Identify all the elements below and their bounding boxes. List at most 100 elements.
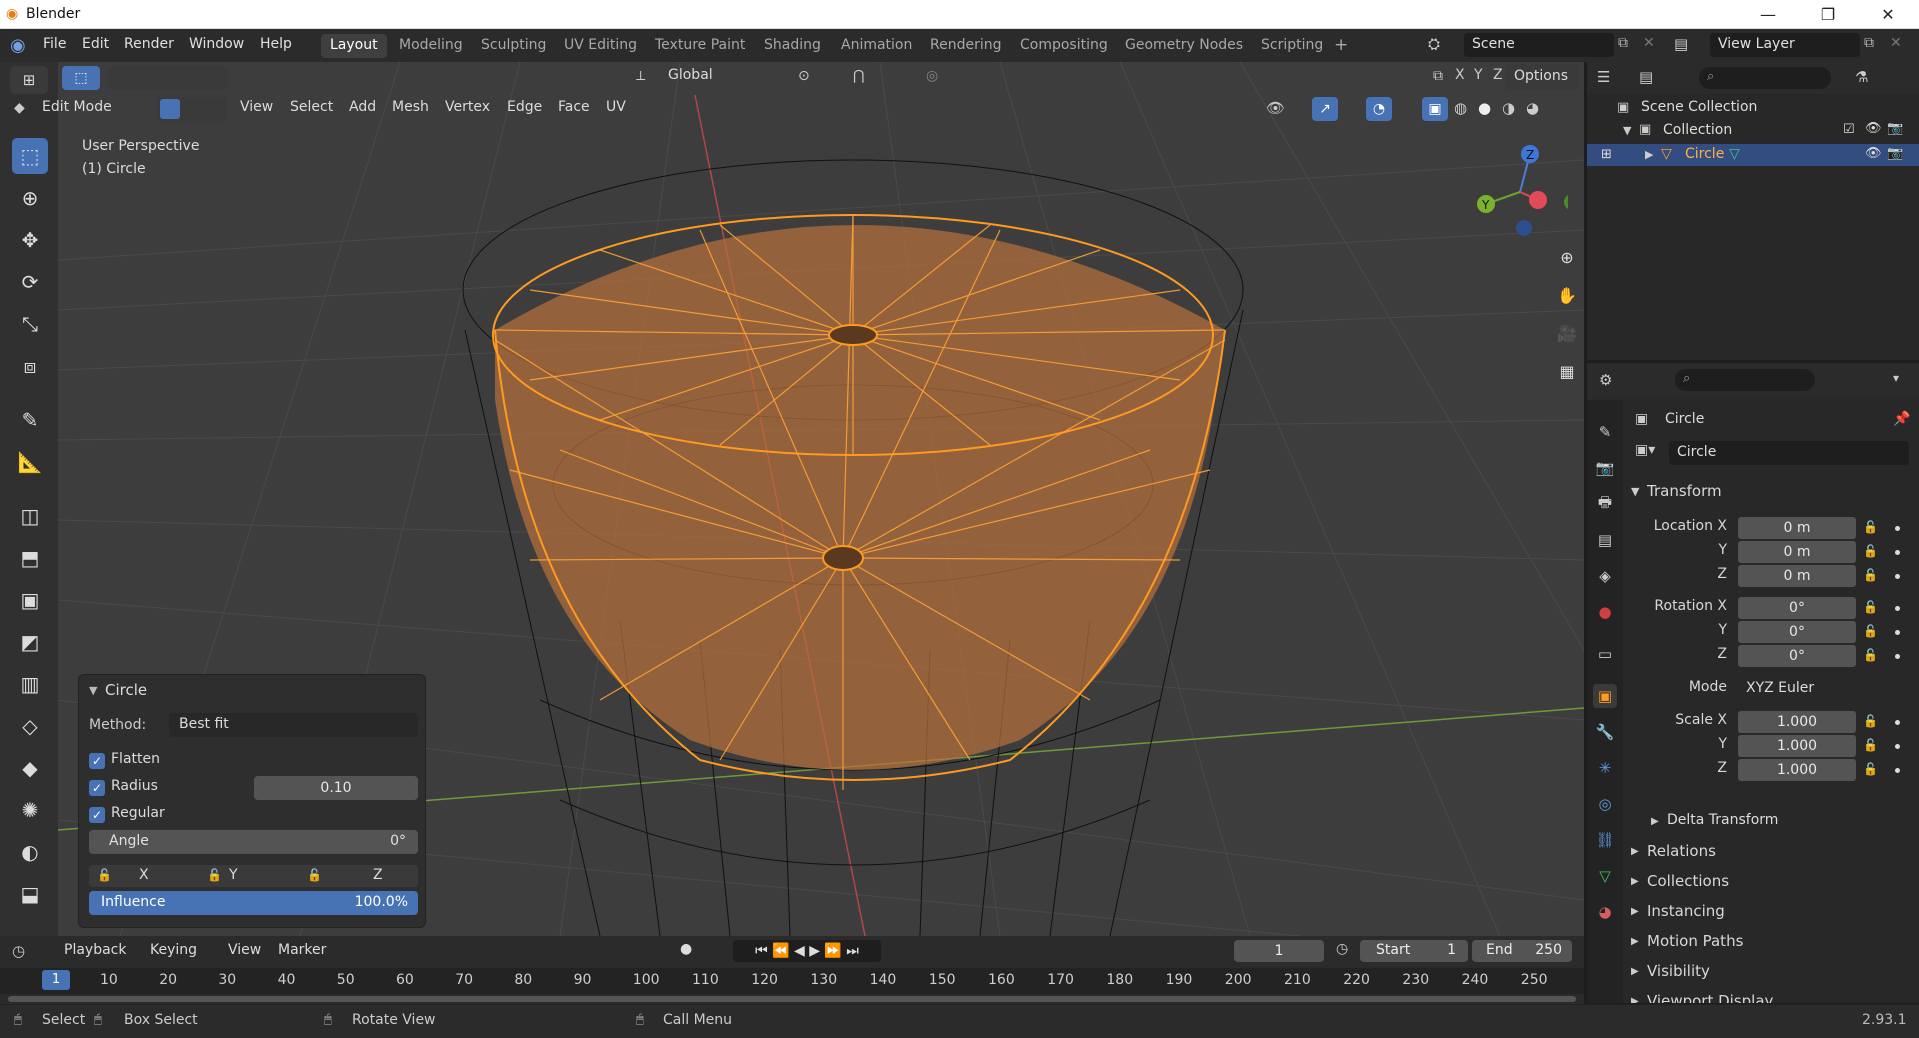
maximize-button[interactable]: ❐ [1805,2,1851,28]
editor-type-icon[interactable]: ⊞ [10,66,48,94]
scale-y-keyframe-dot[interactable] [1895,744,1900,749]
delete-view-layer-icon[interactable]: ✕ [1890,35,1902,51]
delta-transform-expand-icon[interactable]: ▶ [1651,816,1659,827]
collection-camera-icon[interactable]: 📷 [1887,121,1903,136]
poly-build-tool-icon[interactable]: ◆ [12,750,48,786]
scene-name-field[interactable]: Scene [1464,33,1614,57]
material-shading-icon[interactable]: ◑ [1502,99,1515,117]
collection-tab-icon[interactable]: ▭ [1593,642,1617,666]
mode-dropdown[interactable]: Edit Mode [42,99,112,115]
menu-file[interactable]: File [43,36,66,52]
menu-edit[interactable]: Edit [82,36,109,52]
tool-tab-icon[interactable]: ✎ [1593,420,1617,444]
outliner-editor-icon[interactable]: ☰ [1597,68,1610,86]
location-x-keyframe-dot[interactable] [1895,526,1900,531]
snap-magnet-icon[interactable]: ⋂ [853,68,864,84]
influence-slider[interactable]: Influence 100.0% [89,891,418,915]
menu-vertex[interactable]: Vertex [445,99,490,115]
location-y-keyframe-dot[interactable] [1895,550,1900,555]
extrude-tool-icon[interactable]: ⬒ [12,540,48,576]
collection-checkbox[interactable]: ☑ [1843,122,1855,137]
knife-tool-icon[interactable]: ◇ [12,708,48,744]
blender-menu-icon[interactable]: ◉ [10,35,26,56]
outliner-object-circle[interactable]: Circle [1685,146,1724,162]
select-mode-icon[interactable]: ⬚ [62,66,100,90]
rotation-mode-dropdown[interactable]: XYZ Euler [1738,678,1856,700]
radius-checkbox[interactable]: ✓ [89,780,105,796]
lock-y-label[interactable]: Y [229,867,238,883]
ortho-grid-icon[interactable]: ▦ [1552,356,1582,386]
annotate-tool-icon[interactable]: ✎ [12,402,48,438]
motion-paths-section[interactable]: Motion Paths [1647,932,1743,950]
minimize-button[interactable]: — [1745,2,1791,28]
view-layer-field[interactable]: View Layer [1710,33,1860,57]
new-view-layer-icon[interactable]: ⧉ [1864,35,1874,51]
properties-options-icon[interactable]: ▾ [1893,371,1899,385]
spin-tool-icon[interactable]: ✺ [12,792,48,828]
collections-expand-icon[interactable]: ▶ [1631,876,1639,887]
render-tab-icon[interactable]: 📷 [1593,456,1617,480]
menu-render[interactable]: Render [124,36,174,52]
rotation-x-keyframe-dot[interactable] [1895,606,1900,611]
tab-rendering[interactable]: Rendering [921,34,1011,58]
output-tab-icon[interactable]: 🖶 [1593,492,1617,516]
timeline-scrollbar[interactable] [8,996,1576,1002]
display-mode-icon[interactable]: ▤ [1639,68,1653,86]
instancing-section[interactable]: Instancing [1647,902,1725,920]
outliner-row-circle[interactable]: ⊞ ▶ ▽ Circle ▽ 👁 📷 [1587,144,1919,166]
regular-checkbox[interactable]: ✓ [89,807,105,823]
menu-edge[interactable]: Edge [507,99,542,115]
loop-cut-tool-icon[interactable]: ▥ [12,666,48,702]
cursor-tool-icon[interactable]: ⊕ [12,180,48,216]
transform-expand-icon[interactable]: ▼ [1631,485,1639,498]
proportional-editing-icon[interactable]: ◎ [926,68,938,84]
mirror-icon[interactable]: ⧉ [1433,68,1443,84]
location-y-lock-icon[interactable]: 🔓 [1863,544,1878,558]
scale-y-lock-icon[interactable]: 🔓 [1863,738,1878,752]
relations-section[interactable]: Relations [1647,842,1716,860]
bevel-tool-icon[interactable]: ◩ [12,624,48,660]
lock-x-icon[interactable]: 🔓 [97,868,112,882]
tab-shading[interactable]: Shading [755,34,830,58]
rotation-z-keyframe-dot[interactable] [1895,654,1900,659]
menu-select[interactable]: Select [290,99,333,115]
scale-x-keyframe-dot[interactable] [1895,720,1900,725]
mirror-axis-x[interactable]: X [1455,67,1465,83]
navigation-gizmo[interactable]: Z Y [1468,142,1568,242]
motion-paths-expand-icon[interactable]: ▶ [1631,936,1639,947]
scale-z-lock-icon[interactable]: 🔓 [1863,762,1878,776]
solid-shading-icon[interactable]: ● [1478,99,1491,117]
location-y-field[interactable]: 0 m [1738,541,1856,563]
constraints-tab-icon[interactable]: ⛓ [1593,828,1617,852]
lock-x-label[interactable]: X [139,867,149,883]
rotation-y-keyframe-dot[interactable] [1895,630,1900,635]
camera-view-icon[interactable]: 🎥 [1552,318,1582,348]
modifier-tab-icon[interactable]: 🔧 [1593,720,1617,744]
pan-hand-icon[interactable]: ✋ [1552,280,1582,310]
scene-tab-icon[interactable]: ◈ [1593,564,1617,588]
selection-mode-group[interactable] [108,66,228,90]
object-tab-icon[interactable]: ▣ [1593,684,1617,708]
pivot-icon[interactable]: ⊙ [798,68,810,84]
tab-texture-paint[interactable]: Texture Paint [646,34,754,58]
transform-tool-icon[interactable]: ⧈ [12,348,48,384]
pin-icon[interactable]: 📌 [1893,411,1910,427]
location-z-field[interactable]: 0 m [1738,565,1856,587]
element-select-mode-group[interactable] [158,97,226,121]
rotation-x-lock-icon[interactable]: 🔓 [1863,600,1878,614]
outliner-search-input[interactable]: ⌕ [1699,67,1831,89]
object-data-icon[interactable]: ▣▾ [1635,442,1655,458]
menu-help[interactable]: Help [260,36,292,52]
menu-view[interactable]: View [240,99,273,115]
location-z-keyframe-dot[interactable] [1895,574,1900,579]
tab-uv-editing[interactable]: UV Editing [555,34,646,58]
method-dropdown[interactable]: Best fit [169,713,418,737]
radius-value-field[interactable]: 0.10 [254,776,418,800]
visibility-section[interactable]: Visibility [1647,962,1710,980]
xray-toggle-icon[interactable]: ▣ [1422,97,1448,121]
scale-y-field[interactable]: 1.000 [1738,735,1856,757]
outliner-scene-collection[interactable]: Scene Collection [1641,99,1757,115]
measure-tool-icon[interactable]: 📐 [12,444,48,480]
rendered-shading-icon[interactable]: ◕ [1526,99,1539,117]
viewport-display-section[interactable]: Viewport Display [1647,992,1773,1003]
